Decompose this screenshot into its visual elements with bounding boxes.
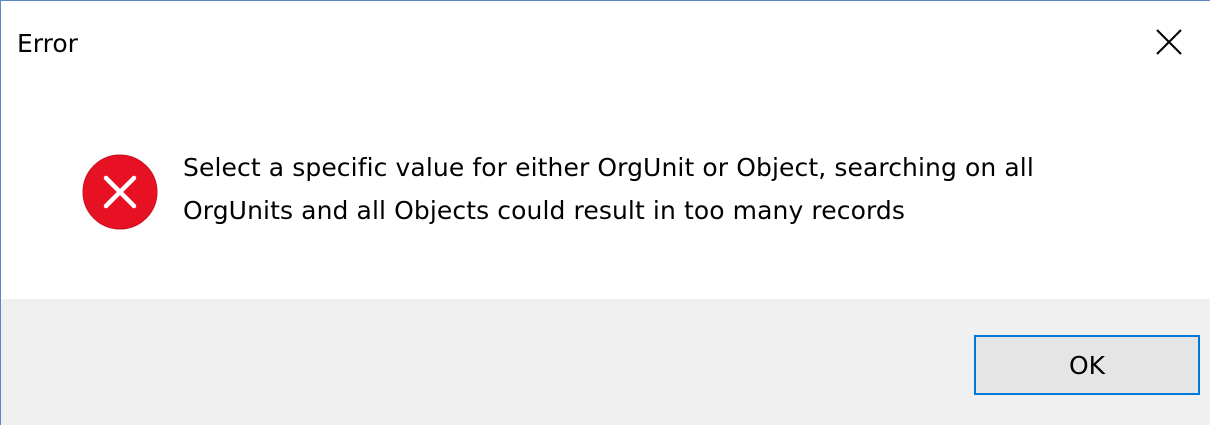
title-bar: Error bbox=[1, 1, 1210, 83]
dialog-footer: OK bbox=[1, 299, 1210, 425]
dialog-title: Error bbox=[17, 29, 78, 58]
error-message: Select a specific value for either OrgUn… bbox=[183, 146, 1183, 232]
close-button[interactable] bbox=[1128, 1, 1210, 83]
dialog-content: Select a specific value for either OrgUn… bbox=[1, 83, 1210, 299]
error-message-line2: OrgUnits and all Objects could result in… bbox=[183, 196, 906, 225]
close-icon bbox=[1156, 29, 1182, 55]
ok-button[interactable]: OK bbox=[974, 335, 1200, 395]
error-message-line1: Select a specific value for either OrgUn… bbox=[183, 153, 1034, 182]
error-dialog: Error Select a specific value for either… bbox=[0, 0, 1210, 425]
error-icon bbox=[82, 154, 158, 230]
